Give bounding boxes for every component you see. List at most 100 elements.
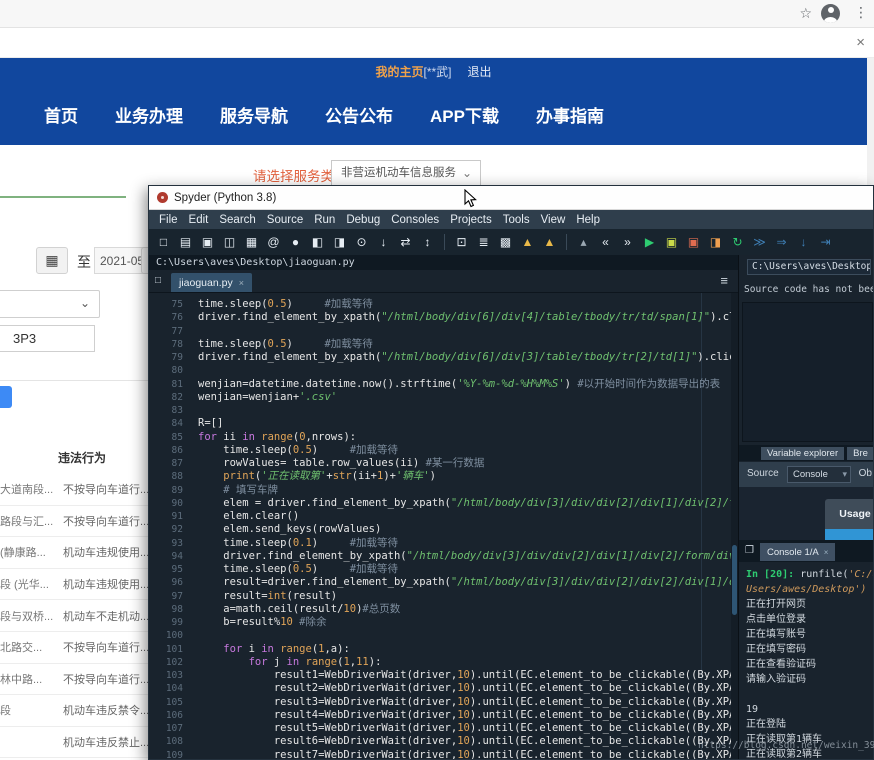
divider (0, 380, 148, 381)
file-explorer-icon[interactable]: ⊡ (452, 232, 471, 252)
editor-options-icon[interactable]: ≡ (720, 273, 728, 288)
line-number: 93 (149, 537, 183, 550)
table-row[interactable]: 林中路...不按导向车道行... (0, 664, 150, 696)
menu-edit[interactable]: Edit (189, 214, 209, 226)
table-row[interactable]: 路段与汇...不按导向车道行... (0, 506, 150, 538)
close-icon[interactable]: × (856, 36, 865, 50)
page-scrollbar[interactable] (867, 58, 874, 185)
console-line (746, 687, 873, 702)
step-into-icon[interactable]: ↓ (794, 232, 813, 252)
table-row[interactable]: 机动车违反禁止... (0, 727, 150, 759)
table-row[interactable]: 北路交...不按导向车道行... (0, 632, 150, 664)
run-selection-icon[interactable]: ◨ (706, 232, 725, 252)
line-number: 80 (149, 364, 183, 377)
continue-icon[interactable]: ⇥ (816, 232, 835, 252)
find-icon[interactable]: ⊙ (352, 232, 371, 252)
bookmark-star-icon[interactable]: ☆ (799, 5, 812, 22)
todo-list-icon[interactable]: ▩ (496, 232, 515, 252)
debug-icon[interactable]: ≫ (750, 232, 769, 252)
plate-number-input[interactable] (0, 325, 95, 352)
code-line: 90 elem = driver.find_element_by_xpath("… (149, 497, 731, 510)
table-row[interactable]: 段 (光华...机动车违规使用... (0, 569, 150, 601)
nav-item-0[interactable]: 首页 (44, 102, 78, 127)
comment-icon[interactable]: ● (286, 232, 305, 252)
profile-avatar-icon[interactable] (821, 4, 840, 23)
run-cell-icon[interactable]: ▣ (662, 232, 681, 252)
console-tab[interactable]: Console 1/A × (760, 543, 835, 561)
menu-help[interactable]: Help (576, 214, 600, 226)
right-panel-tabs: Variable explorerBre (739, 445, 873, 461)
save-icon[interactable]: ▣ (198, 232, 217, 252)
menu-view[interactable]: View (541, 214, 566, 226)
ipython-console[interactable]: In [20]: runfile('C:/UsUsers/awes/Deskto… (739, 562, 873, 759)
warning-icon[interactable]: ▲ (518, 232, 537, 252)
pane-tab-1[interactable]: Bre (847, 447, 873, 460)
unindent-icon[interactable]: ◨ (330, 232, 349, 252)
code-text: driver.find_element_by_xpath("/html/body… (183, 311, 731, 324)
violation-table: 大道南段...不按导向车道行...路段与汇...不按导向车道行...(静康路..… (0, 474, 150, 758)
browser-toolbar: ☆ ⋮ (0, 0, 874, 28)
nav-item-5[interactable]: 办事指南 (536, 102, 604, 127)
query-button[interactable] (0, 386, 12, 408)
menu-run[interactable]: Run (314, 214, 335, 226)
code-text: time.sleep(0.5) #加载等待 (183, 444, 398, 457)
rerun-icon[interactable]: ↻ (728, 232, 747, 252)
nav-item-4[interactable]: APP下载 (430, 102, 499, 127)
menu-source[interactable]: Source (267, 214, 303, 226)
replace-icon[interactable]: ⇄ (396, 232, 415, 252)
save-all-icon[interactable]: ◫ (220, 232, 239, 252)
console-line: 正在打开网页 (746, 597, 873, 612)
service-type-select[interactable]: 非营运机动车信息服务 ⌄ (331, 160, 481, 187)
outline-icon[interactable]: ≣ (474, 232, 493, 252)
menu-tools[interactable]: Tools (503, 214, 530, 226)
code-text (183, 364, 198, 377)
next-cursor-icon[interactable]: » (618, 232, 637, 252)
scroll-up-icon[interactable]: ▴ (574, 232, 593, 252)
code-line: 78time.sleep(0.5) #加载等待 (149, 338, 731, 351)
calendar-grid-icon[interactable]: ▦ (36, 247, 68, 274)
table-row[interactable]: 大道南段...不按导向车道行... (0, 474, 150, 506)
console-line: In [20]: runfile('C:/Us (746, 567, 873, 582)
spyder-titlebar[interactable]: Spyder (Python 3.8) (149, 186, 873, 210)
editor-scrollbar[interactable] (731, 293, 738, 759)
code-editor[interactable]: 75time.sleep(0.5) #加载等待76driver.find_ele… (149, 293, 738, 759)
my-homepage-link[interactable]: 我的主页[**武] (375, 63, 451, 80)
table-row[interactable]: 段与双桥...机动车不走机动... (0, 600, 150, 632)
tab-close-icon[interactable]: × (239, 278, 244, 288)
indent-icon[interactable]: ◧ (308, 232, 327, 252)
filter-select[interactable]: ⌄ (0, 290, 100, 318)
code-text: elem.clear() (183, 510, 299, 523)
table-row[interactable]: (静康路...机动车违规使用... (0, 537, 150, 569)
editor-tab[interactable]: jiaoguan.py × (171, 273, 252, 292)
logout-link[interactable]: 退出 (468, 63, 492, 80)
nav-item-3[interactable]: 公告公布 (325, 102, 393, 127)
pane-tab-0[interactable]: Variable explorer (761, 447, 844, 460)
run-icon[interactable]: ▶ (640, 232, 659, 252)
browser-menu-icon[interactable]: ⋮ (854, 4, 868, 21)
file-switcher-icon[interactable]: ▦ (242, 232, 261, 252)
console-tab-close-icon[interactable]: × (824, 548, 829, 557)
analysis-path-combo[interactable]: C:\Users\aves\Desktop\ji (747, 259, 871, 275)
menu-debug[interactable]: Debug (346, 214, 380, 226)
nav-item-2[interactable]: 服务导航 (220, 102, 288, 127)
table-row[interactable]: 段机动车违反禁令... (0, 695, 150, 727)
goto-line-icon[interactable]: ↕ (418, 232, 437, 252)
find-symbols-icon[interactable]: @ (264, 232, 283, 252)
step-over-icon[interactable]: ⇒ (772, 232, 791, 252)
console-line: 点击单位登录 (746, 612, 873, 627)
help-source-select[interactable]: Console ▾ (787, 466, 851, 483)
line-number: 106 (149, 709, 183, 722)
new-file-icon[interactable]: □ (154, 232, 173, 252)
menu-search[interactable]: Search (219, 214, 255, 226)
find-next-icon[interactable]: ↓ (374, 232, 393, 252)
open-file-icon[interactable]: ▤ (176, 232, 195, 252)
prev-cursor-icon[interactable]: « (596, 232, 615, 252)
menu-projects[interactable]: Projects (450, 214, 492, 226)
file-path-bar: C:\Users\aves\Desktop\jiaoguan.py (149, 255, 738, 270)
editor-scrollbar-thumb[interactable] (732, 545, 737, 615)
nav-item-1[interactable]: 业务办理 (115, 102, 183, 127)
menu-file[interactable]: File (159, 214, 178, 226)
breakpoint-warning-icon[interactable]: ▲ (540, 232, 559, 252)
menu-consoles[interactable]: Consoles (391, 214, 439, 226)
run-cell-advance-icon[interactable]: ▣ (684, 232, 703, 252)
